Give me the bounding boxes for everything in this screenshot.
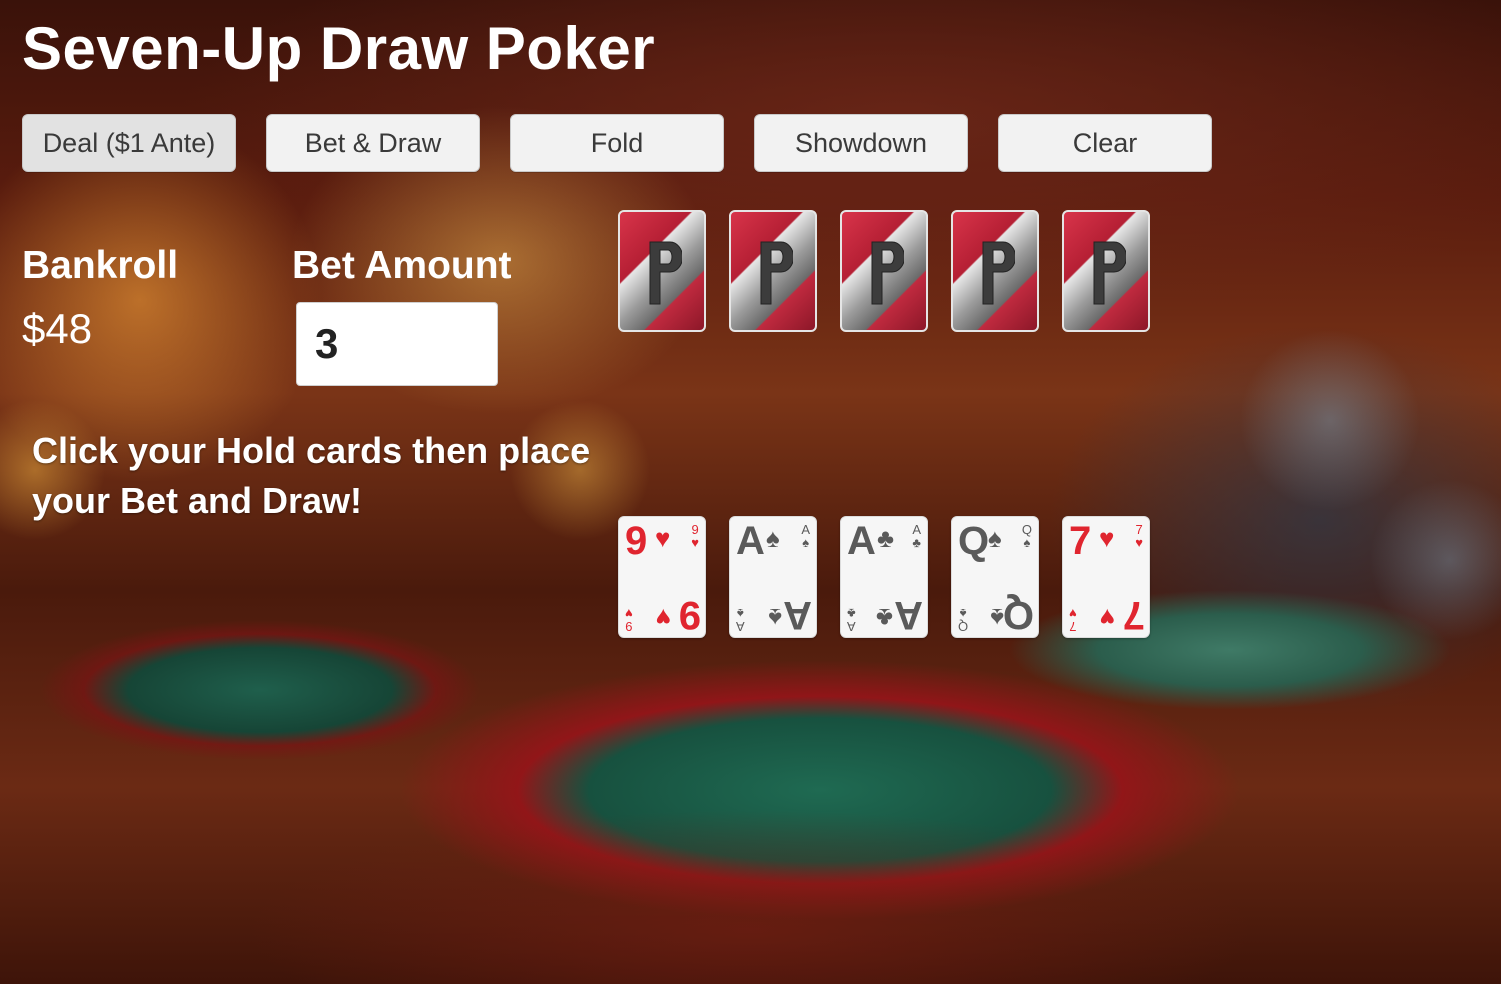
player-card[interactable]: A ♠ A ♠ A ♠ A ♠ xyxy=(729,516,817,638)
card-rank: A xyxy=(847,519,876,563)
card-bottom-half: 7 ♥ 7 ♥ xyxy=(1063,578,1149,637)
player-card[interactable]: 9 ♥ 9 ♥ 9 ♥ 9 ♥ xyxy=(618,516,706,638)
card-suit-icon: ♠ xyxy=(766,523,780,553)
bankroll-label: Bankroll xyxy=(22,244,179,287)
card-suit-icon: ♥ xyxy=(1099,523,1115,553)
dealer-card-back xyxy=(840,210,928,332)
card-suit-icon-mirrored: ♣ xyxy=(875,603,893,633)
card-corner-index: 9 ♥ xyxy=(691,522,699,550)
card-corner-index: A ♣ xyxy=(912,522,921,550)
dealer-card-back xyxy=(618,210,706,332)
card-rank-mirrored: Q xyxy=(1002,593,1034,637)
card-back-logo-icon xyxy=(760,241,793,305)
card-corner-index-mirrored: A ♣ xyxy=(847,606,856,634)
card-bottom-half: 9 ♥ 9 ♥ xyxy=(619,578,705,637)
card-corner-index: 7 ♥ xyxy=(1135,522,1143,550)
card-rank-mirrored: A xyxy=(783,593,812,637)
card-corner-index: Q ♠ xyxy=(1021,522,1032,550)
card-rank-mirrored: A xyxy=(894,593,923,637)
bet-amount-input[interactable] xyxy=(296,302,498,386)
card-bottom-half: Q ♠ Q ♠ xyxy=(952,578,1038,637)
card-bottom-half: A ♣ A ♣ xyxy=(841,578,927,637)
card-corner-index-mirrored: 9 ♥ xyxy=(625,606,633,634)
card-suit-icon-mirrored: ♥ xyxy=(655,603,671,633)
card-rank: 9 xyxy=(625,519,648,563)
card-rank: Q xyxy=(958,519,990,563)
player-card[interactable]: A ♣ A ♣ A ♣ A ♣ xyxy=(840,516,928,638)
clear-button[interactable]: Clear xyxy=(998,114,1212,172)
dealer-card-back xyxy=(729,210,817,332)
instruction-message: Click your Hold cards then place your Be… xyxy=(32,430,591,521)
player-card[interactable]: Q ♠ Q ♠ Q ♠ Q ♠ xyxy=(951,516,1039,638)
card-suit-icon: ♠ xyxy=(988,523,1002,553)
bet-draw-button[interactable]: Bet & Draw xyxy=(266,114,480,172)
card-rank: A xyxy=(736,519,765,563)
dealer-card-back xyxy=(1062,210,1150,332)
card-corner-index-mirrored: A ♠ xyxy=(736,606,745,634)
deal-button[interactable]: Deal ($1 Ante) xyxy=(22,114,236,172)
card-suit-icon-mirrored: ♥ xyxy=(1099,603,1115,633)
card-rank: 7 xyxy=(1069,519,1092,563)
showdown-button[interactable]: Showdown xyxy=(754,114,968,172)
fold-button[interactable]: Fold xyxy=(510,114,724,172)
card-suit-icon: ♣ xyxy=(877,523,895,553)
card-suit-icon: ♥ xyxy=(655,523,671,553)
card-corner-index-mirrored: Q ♠ xyxy=(958,606,969,634)
card-bottom-half: A ♠ A ♠ xyxy=(730,578,816,637)
card-back-logo-icon xyxy=(871,241,904,305)
bet-amount-label: Bet Amount xyxy=(292,244,512,287)
bankroll-value: $48 xyxy=(22,305,93,352)
card-corner-index: A ♠ xyxy=(801,522,810,550)
player-card[interactable]: 7 ♥ 7 ♥ 7 ♥ 7 ♥ xyxy=(1062,516,1150,638)
card-rank-mirrored: 9 xyxy=(678,593,701,637)
card-back-logo-icon xyxy=(1093,241,1126,305)
dealer-card-back xyxy=(951,210,1039,332)
page-title: Seven-Up Draw Poker xyxy=(22,15,656,82)
card-corner-index-mirrored: 7 ♥ xyxy=(1069,606,1077,634)
card-suit-icon-mirrored: ♠ xyxy=(768,603,782,633)
card-back-logo-icon xyxy=(649,241,682,305)
card-rank-mirrored: 7 xyxy=(1122,593,1145,637)
card-suit-icon-mirrored: ♠ xyxy=(990,603,1004,633)
card-back-logo-icon xyxy=(982,241,1015,305)
